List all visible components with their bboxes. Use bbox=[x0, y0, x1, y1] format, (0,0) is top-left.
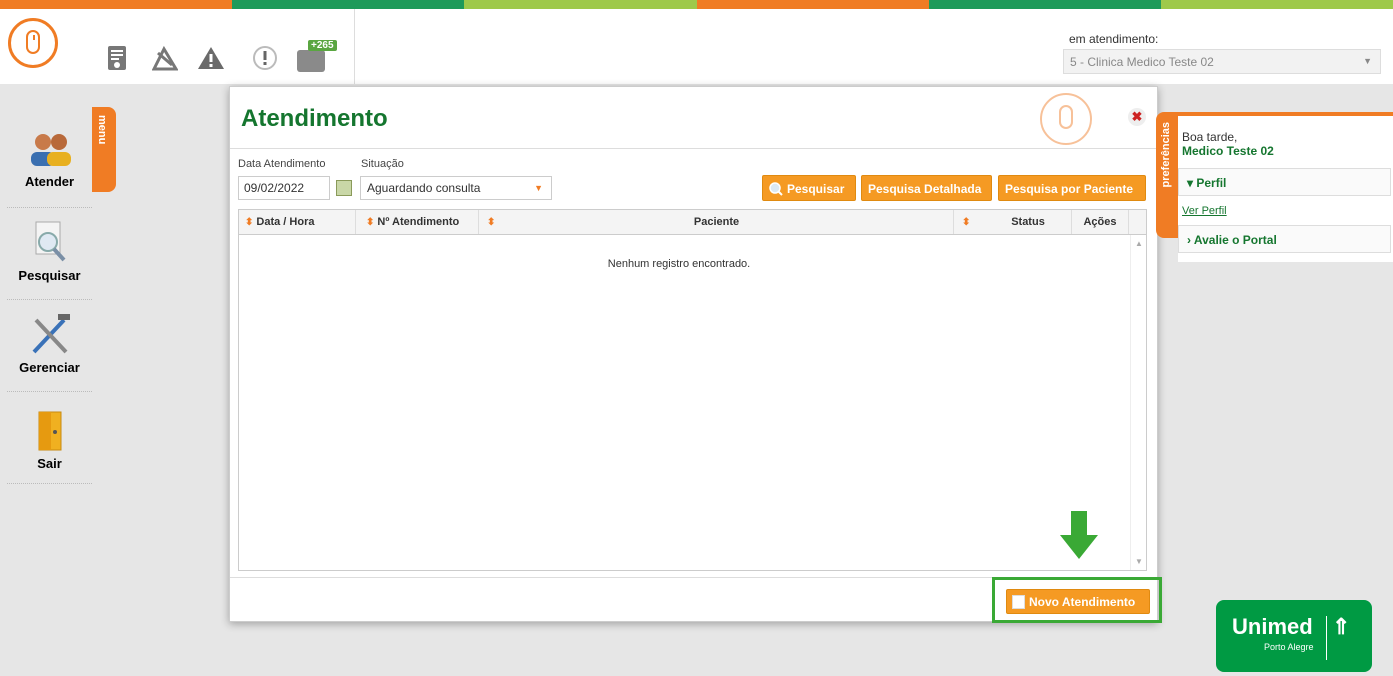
dialog-title-divider bbox=[230, 148, 1157, 149]
door-exit-icon bbox=[38, 411, 61, 451]
unimed-tree-icon: ⇑ bbox=[1332, 614, 1351, 639]
perfil-label: Perfil bbox=[1196, 176, 1227, 190]
column-header-paciente[interactable]: ⬍ Paciente bbox=[479, 210, 954, 234]
novo-atendimento-button[interactable]: Novo Atendimento bbox=[1006, 589, 1150, 614]
sidebar-item-atender[interactable]: Atender bbox=[7, 124, 92, 208]
sidebar-item-label: Atender bbox=[24, 174, 75, 189]
column-label: Nº Atendimento bbox=[377, 216, 460, 228]
brand-divider bbox=[1326, 616, 1327, 660]
brand-city: Porto Alegre bbox=[1264, 642, 1314, 652]
calendar-icon[interactable] bbox=[336, 180, 352, 196]
chevron-down-icon: ▼ bbox=[1363, 56, 1372, 66]
column-label: Data / Hora bbox=[256, 216, 315, 228]
data-atendimento-label: Data Atendimento bbox=[238, 158, 326, 170]
sidebar-item-gerenciar[interactable]: Gerenciar bbox=[7, 306, 92, 392]
sidebar-item-label: Sair bbox=[37, 456, 62, 471]
empty-table-message: Nenhum registro encontrado. bbox=[607, 258, 751, 270]
em-atendimento-label: em atendimento: bbox=[1069, 32, 1159, 46]
preferencias-tab-label: preferências bbox=[1160, 122, 1172, 188]
mouse-logo-icon bbox=[1040, 93, 1092, 145]
document-icon[interactable] bbox=[102, 43, 132, 73]
situacao-label: Situação bbox=[361, 158, 404, 170]
tools-icon[interactable] bbox=[150, 43, 180, 73]
sort-icon: ⬍ bbox=[245, 217, 254, 228]
wrench-hammer-icon bbox=[32, 314, 70, 354]
pesquisa-por-paciente-button[interactable]: Pesquisa por Paciente bbox=[998, 175, 1146, 201]
brand-name: Unimed bbox=[1232, 614, 1313, 639]
users-icon bbox=[30, 134, 71, 166]
chevron-down-icon: ▼ bbox=[534, 183, 543, 193]
situacao-select[interactable]: Aguardando consulta ▼ bbox=[360, 176, 552, 200]
alert-bubble-icon[interactable] bbox=[250, 43, 280, 73]
sidebar-item-label: Gerenciar bbox=[19, 360, 80, 375]
atendimentos-table: ⬍ Data / Hora ⬍ Nº Atendimento ⬍ Paciente … bbox=[238, 209, 1147, 571]
pesquisar-button[interactable]: Pesquisar bbox=[762, 175, 856, 201]
pesquisar-button-label: Pesquisar bbox=[787, 182, 845, 196]
notification-count-badge: +265 bbox=[308, 40, 337, 51]
sort-icon: ⬍ bbox=[366, 217, 375, 228]
sort-icon: ⬍ bbox=[962, 217, 971, 228]
sidebar-item-label: Pesquisar bbox=[18, 268, 81, 283]
atendimento-dialog: Atendimento ✖ Data Atendimento 09/02/202… bbox=[229, 86, 1162, 623]
avalie-portal-accordion[interactable]: › Avalie o Portal bbox=[1178, 225, 1391, 253]
mouse-logo-icon[interactable] bbox=[8, 18, 58, 68]
ver-perfil-link[interactable]: Ver Perfil bbox=[1182, 205, 1227, 217]
column-label: Ações bbox=[1083, 216, 1117, 228]
chevron-right-icon: › bbox=[1187, 233, 1191, 247]
notifications-icon[interactable] bbox=[297, 50, 325, 72]
dialog-title: Atendimento bbox=[241, 105, 388, 132]
column-label: Status bbox=[1011, 216, 1045, 228]
sidebar-item-sair[interactable]: Sair bbox=[7, 398, 92, 484]
menu-tab-label: menu bbox=[96, 115, 108, 145]
perfil-accordion[interactable]: ▾ Perfil bbox=[1178, 168, 1391, 196]
pesquisa-detalhada-button-label: Pesquisa Detalhada bbox=[868, 182, 982, 196]
menu-tab[interactable]: menu bbox=[92, 107, 116, 192]
novo-atendimento-button-label: Novo Atendimento bbox=[1029, 595, 1136, 609]
chevron-down-icon: ▾ bbox=[1187, 176, 1194, 190]
table-header: ⬍ Data / Hora ⬍ Nº Atendimento ⬍ Paciente … bbox=[239, 210, 1146, 235]
column-label: Paciente bbox=[693, 216, 740, 228]
em-atendimento-select[interactable]: 5 - Clinica Medico Teste 02 ▼ bbox=[1063, 49, 1381, 74]
arrow-down-icon bbox=[1060, 511, 1098, 559]
warning-icon[interactable] bbox=[196, 43, 226, 73]
column-header-status[interactable]: ⬍ Status bbox=[954, 210, 1072, 234]
data-atendimento-field[interactable]: 09/02/2022 bbox=[238, 176, 330, 200]
scroll-down-icon[interactable]: ▼ bbox=[1135, 557, 1143, 566]
situacao-value: Aguardando consulta bbox=[367, 181, 481, 195]
preferencias-panel: Boa tarde, Medico Teste 02 ▾ Perfil Ver … bbox=[1178, 112, 1393, 262]
new-document-icon bbox=[1012, 595, 1025, 609]
top-color-stripe bbox=[0, 0, 1393, 9]
pesquisa-detalhada-button[interactable]: Pesquisa Detalhada bbox=[861, 175, 992, 201]
em-atendimento-value: 5 - Clinica Medico Teste 02 bbox=[1070, 55, 1214, 69]
column-header-acoes: Ações bbox=[1072, 210, 1129, 234]
search-document-icon bbox=[35, 221, 65, 262]
pesquisa-por-paciente-button-label: Pesquisa por Paciente bbox=[1005, 182, 1134, 196]
column-header-n-atendimento[interactable]: ⬍ Nº Atendimento bbox=[356, 210, 479, 234]
unimed-logo: Unimed Porto Alegre ⇑ bbox=[1216, 600, 1372, 672]
header-divider bbox=[354, 9, 355, 84]
user-name: Medico Teste 02 bbox=[1182, 144, 1274, 158]
avalie-portal-label: Avalie o Portal bbox=[1193, 233, 1277, 247]
preferencias-tab[interactable]: preferências bbox=[1156, 112, 1178, 238]
column-header-data-hora[interactable]: ⬍ Data / Hora bbox=[239, 210, 356, 234]
close-icon[interactable]: ✖ bbox=[1128, 108, 1146, 126]
search-icon bbox=[769, 182, 783, 196]
sidebar-item-pesquisar[interactable]: Pesquisar bbox=[7, 214, 92, 300]
scroll-up-icon[interactable]: ▲ bbox=[1135, 239, 1143, 248]
greeting-text: Boa tarde, bbox=[1182, 130, 1238, 144]
table-scrollbar[interactable]: ▲ ▼ bbox=[1130, 235, 1146, 570]
